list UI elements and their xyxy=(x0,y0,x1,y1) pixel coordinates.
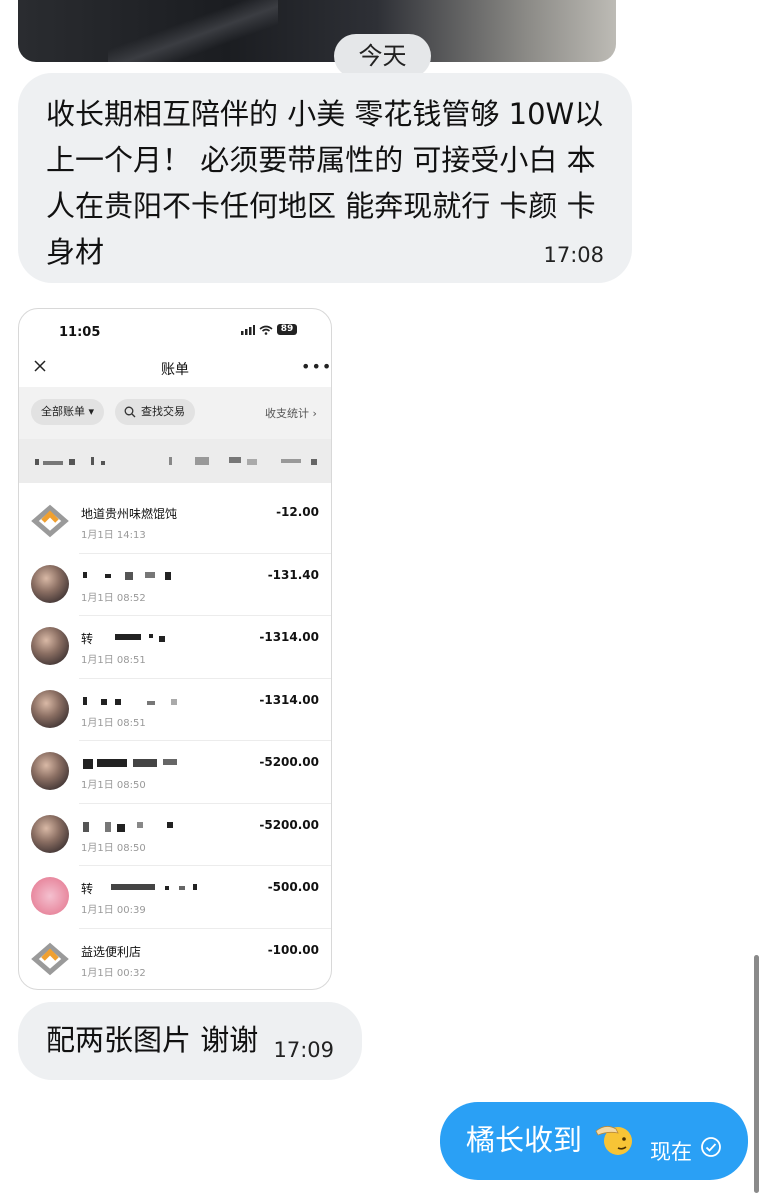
caret-down-icon: ▾ xyxy=(88,405,95,418)
chevron-right-icon: › xyxy=(312,407,317,420)
stats-label: 收支统计 xyxy=(265,407,309,420)
transaction-row[interactable]: 1月1日 08:50 -5200.00 xyxy=(19,741,331,804)
transaction-amount: -5200.00 xyxy=(259,817,319,832)
transaction-date: 1月1日 00:32 xyxy=(81,967,146,979)
transaction-date: 1月1日 08:51 xyxy=(81,655,146,666)
message-time: 现在 xyxy=(650,1140,692,1164)
month-summary-blurred xyxy=(19,439,331,483)
search-icon xyxy=(124,406,136,418)
scrollbar[interactable] xyxy=(754,955,759,1193)
transaction-row[interactable]: 地道贵州味燃馄饨 1月1日 14:13 -12.00 xyxy=(19,491,331,554)
transaction-amount: -131.40 xyxy=(267,567,319,582)
transaction-amount: -12.00 xyxy=(276,505,319,519)
transaction-name: 转 xyxy=(81,880,197,897)
all-bills-filter[interactable]: 全部账单 ▾ xyxy=(31,399,105,425)
transaction-name-prefix: 转 xyxy=(81,632,94,646)
more-icon[interactable]: ••• xyxy=(301,357,331,376)
transaction-amount: -500.00 xyxy=(267,880,319,894)
transaction-name-prefix: 转 xyxy=(81,882,94,896)
transaction-row[interactable]: 1月1日 08:51 -1314.00 xyxy=(19,679,331,741)
signal-icon xyxy=(241,324,255,335)
transaction-row[interactable]: 转 1月1日 00:39 -500.00 xyxy=(19,866,331,929)
filter-label: 全部账单 xyxy=(41,405,85,418)
transaction-name: 益选便利店 xyxy=(81,944,142,959)
contact-avatar xyxy=(31,877,69,915)
battery-level: 89 xyxy=(277,324,297,335)
incoming-message[interactable]: 配两张图片 谢谢 17:09 xyxy=(18,1002,362,1080)
transaction-amount: -1314.00 xyxy=(259,692,319,707)
transaction-row[interactable]: 转 1月1日 08:51 -1314.00 xyxy=(19,616,331,679)
transaction-date: 1月1日 14:13 xyxy=(81,530,146,541)
status-icons: 89 xyxy=(241,324,297,335)
previous-image-attachment[interactable] xyxy=(18,0,616,62)
contact-avatar xyxy=(31,752,69,790)
filter-bar: 全部账单 ▾ 查找交易 收支统计 › xyxy=(19,387,331,439)
message-text: 橘长收到 xyxy=(466,1123,583,1157)
message-text: 收长期相互陪伴的 小美 零花钱管够 10W以上一个月！ 必须要带属性的 可接受小… xyxy=(46,97,604,269)
transaction-row[interactable]: 益选便利店 1月1日 00:32 -100.00 xyxy=(19,929,331,990)
message-time: 17:08 xyxy=(543,243,604,267)
transaction-amount: -100.00 xyxy=(267,942,319,957)
date-divider: 今天 xyxy=(334,34,431,78)
incoming-message[interactable]: 收长期相互陪伴的 小美 零花钱管够 10W以上一个月！ 必须要带属性的 可接受小… xyxy=(18,73,632,283)
page-title: 账单 xyxy=(161,362,189,378)
transaction-list: 地道贵州味燃馄饨 1月1日 14:13 -12.00 1月1日 08:52 -1… xyxy=(19,491,331,990)
outgoing-message[interactable]: 橘长收到 现在 xyxy=(440,1102,748,1180)
stats-link[interactable]: 收支统计 › xyxy=(265,405,317,421)
contact-avatar xyxy=(31,689,69,728)
transaction-date: 1月1日 08:51 xyxy=(81,717,146,729)
transaction-name: 转 xyxy=(81,630,165,647)
transaction-date: 1月1日 00:39 xyxy=(81,905,146,916)
transaction-date: 1月1日 08:50 xyxy=(81,842,146,854)
merchant-logo-icon xyxy=(31,942,69,975)
search-label: 查找交易 xyxy=(141,405,185,418)
search-transactions-button[interactable]: 查找交易 xyxy=(115,399,195,425)
merchant-logo-icon xyxy=(31,504,69,538)
status-time: 11:05 xyxy=(59,325,101,340)
contact-avatar xyxy=(31,814,69,853)
transaction-date: 1月1日 08:50 xyxy=(81,780,146,791)
message-text: 配两张图片 谢谢 xyxy=(46,1023,259,1057)
transaction-amount: -5200.00 xyxy=(259,755,319,769)
check-circle-icon xyxy=(701,1137,721,1157)
transaction-date: 1月1日 08:52 xyxy=(81,592,146,604)
message-time: 17:09 xyxy=(273,1038,334,1062)
contact-avatar xyxy=(31,627,69,665)
saluting-face-icon xyxy=(595,1126,632,1155)
transaction-row[interactable]: 1月1日 08:52 -131.40 xyxy=(19,554,331,616)
contact-avatar xyxy=(31,564,69,603)
image-attachment-bill-screenshot[interactable]: 11:05 89 账单 ••• 全部账单 ▾ 查找交易 收支统计 › 地道贵州味… xyxy=(18,308,332,990)
transaction-amount: -1314.00 xyxy=(259,630,319,644)
transaction-row[interactable]: 1月1日 08:50 -5200.00 xyxy=(19,804,331,866)
wifi-icon xyxy=(259,325,273,335)
transaction-name: 地道贵州味燃馄饨 xyxy=(81,507,178,521)
